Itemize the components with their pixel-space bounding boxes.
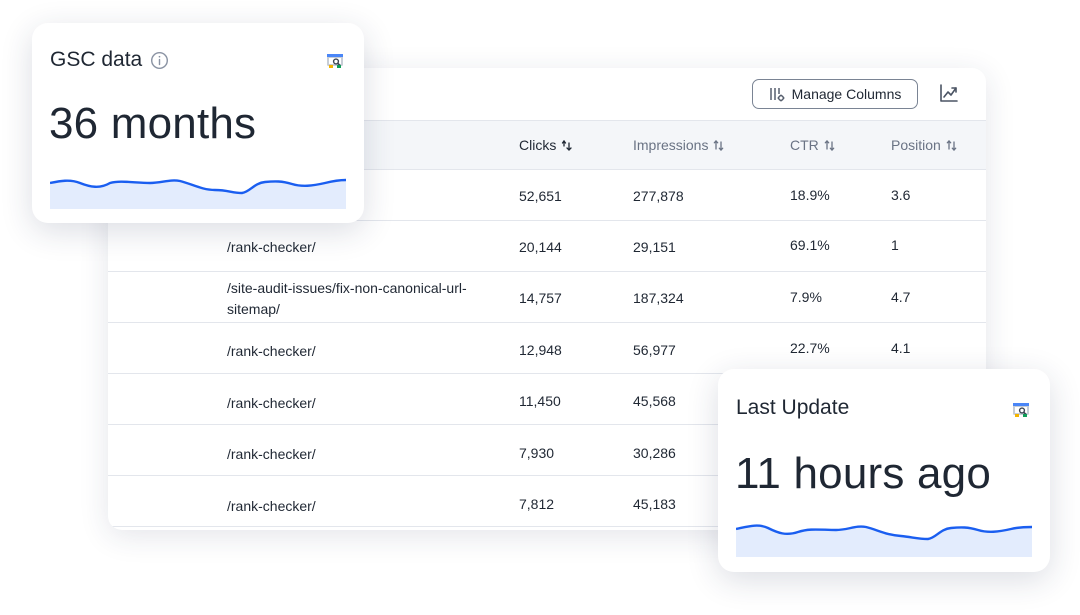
column-header-clicks[interactable]: Clicks [519,137,572,153]
url-cell[interactable]: /rank-checker/ [227,237,487,258]
last-update-card: Last Update 11 hours ago [718,369,1050,572]
table-row[interactable]: /rank-checker/ 20,144 29,151 69.1% 1 [108,221,986,272]
clicks-cell: 7,812 [519,496,555,512]
manage-columns-label: Manage Columns [791,86,902,102]
ctr-cell: 18.9% [790,187,830,203]
column-header-position[interactable]: Position [891,137,957,153]
url-cell[interactable]: /rank-checker/ [227,496,487,517]
sparkline-area [50,180,346,209]
clicks-cell: 7,930 [519,445,555,461]
google-search-console-icon [327,54,343,68]
url-cell[interactable]: /rank-checker/ [227,341,487,362]
sort-icon [714,139,724,151]
gsc-data-card: GSC data 36 months [32,23,364,223]
clicks-cell: 20,144 [519,239,562,255]
clicks-cell: 12,948 [519,342,562,358]
impressions-cell: 29,151 [633,239,676,255]
columns-settings-icon [769,88,785,102]
info-icon[interactable] [150,51,169,70]
position-cell: 4.1 [891,340,911,356]
table-row[interactable]: /site-audit-issues/fix-non-canonical-url… [108,272,986,323]
sort-icon [946,139,957,151]
update-card-value: 11 hours ago [735,449,992,498]
sparkline-area [736,525,1032,557]
impressions-cell: 56,977 [633,342,676,358]
url-cell[interactable]: /rank-checker/ [227,444,487,465]
gsc-card-value: 36 months [49,99,257,148]
ctr-cell: 69.1% [790,237,830,253]
clicks-cell: 14,757 [519,290,562,306]
url-cell[interactable]: /site-audit-issues/fix-non-canonical-url… [227,278,487,320]
ctr-cell: 7.9% [790,289,822,305]
position-cell: 4.7 [891,289,911,305]
impressions-cell: 30,286 [633,445,676,461]
update-card-title: Last Update [736,396,850,419]
impressions-cell: 277,878 [633,188,684,204]
line-chart-icon[interactable] [938,82,960,104]
ctr-cell: 22.7% [790,340,830,356]
column-header-impressions[interactable]: Impressions [633,137,724,153]
update-sparkline-chart [736,524,1032,557]
gsc-card-title: GSC data [50,48,169,72]
impressions-cell: 187,324 [633,290,684,306]
google-search-console-icon [1013,403,1029,417]
sort-icon [824,139,835,151]
sort-descending-icon [562,139,572,151]
manage-columns-button[interactable]: Manage Columns [752,79,918,109]
column-header-ctr[interactable]: CTR [790,137,835,153]
impressions-cell: 45,568 [633,393,676,409]
gsc-sparkline-chart [50,178,346,209]
position-cell: 1 [891,237,899,253]
impressions-cell: 45,183 [633,496,676,512]
position-cell: 3.6 [891,187,911,203]
clicks-cell: 52,651 [519,188,562,204]
clicks-cell: 11,450 [519,393,561,409]
table-row[interactable]: /rank-checker/ 12,948 56,977 22.7% 4.1 [108,323,986,374]
url-cell[interactable]: /rank-checker/ [227,393,487,414]
